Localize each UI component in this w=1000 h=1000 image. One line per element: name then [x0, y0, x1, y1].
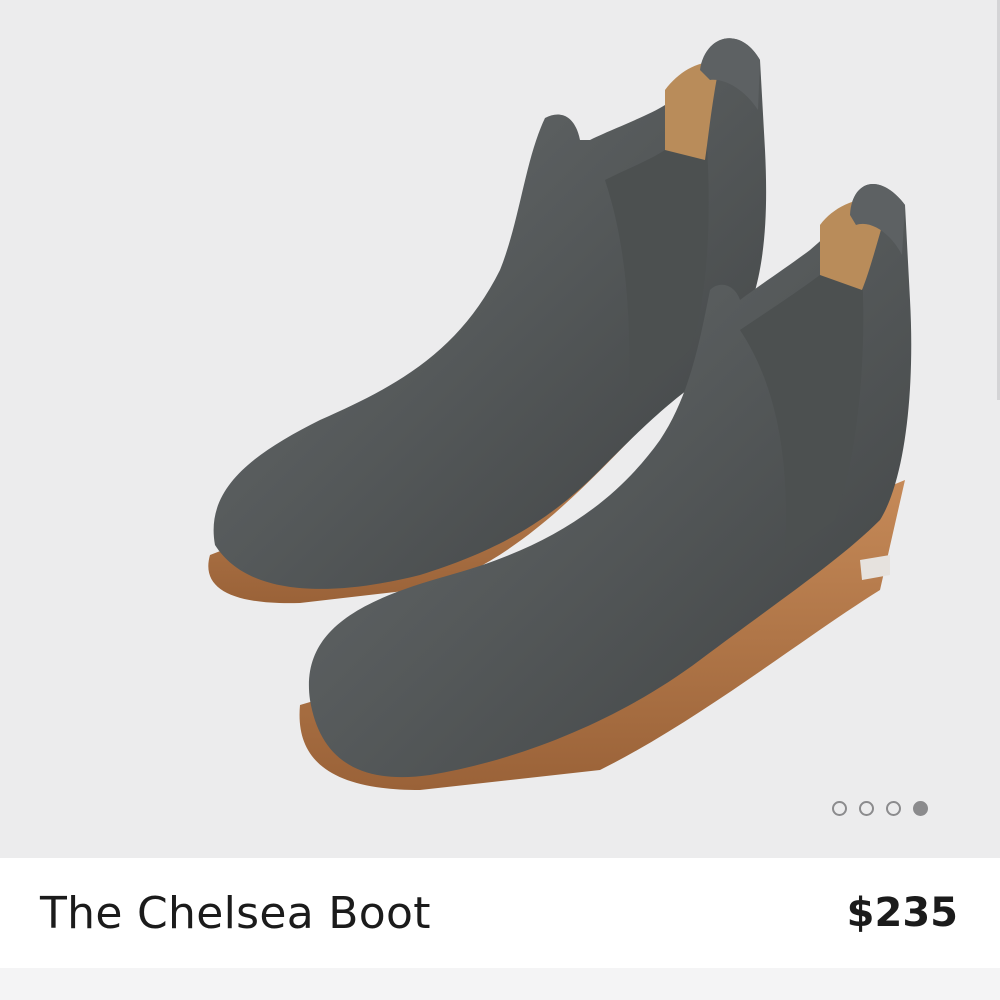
- carousel-dot-4[interactable]: [913, 800, 928, 816]
- boot-pair-icon: [208, 38, 912, 790]
- product-image-area[interactable]: [0, 0, 1000, 858]
- product-info-bar[interactable]: The Chelsea Boot $235: [0, 858, 1000, 968]
- product-title[interactable]: The Chelsea Boot: [40, 888, 431, 939]
- carousel-indicators: [832, 798, 928, 818]
- carousel-dot-3[interactable]: [886, 800, 901, 816]
- carousel-dot-2[interactable]: [859, 800, 874, 816]
- product-card[interactable]: The Chelsea Boot $235: [0, 0, 1000, 1000]
- bottom-divider: [0, 968, 1000, 1000]
- carousel-dot-1[interactable]: [832, 800, 847, 816]
- product-price: $235: [846, 890, 958, 936]
